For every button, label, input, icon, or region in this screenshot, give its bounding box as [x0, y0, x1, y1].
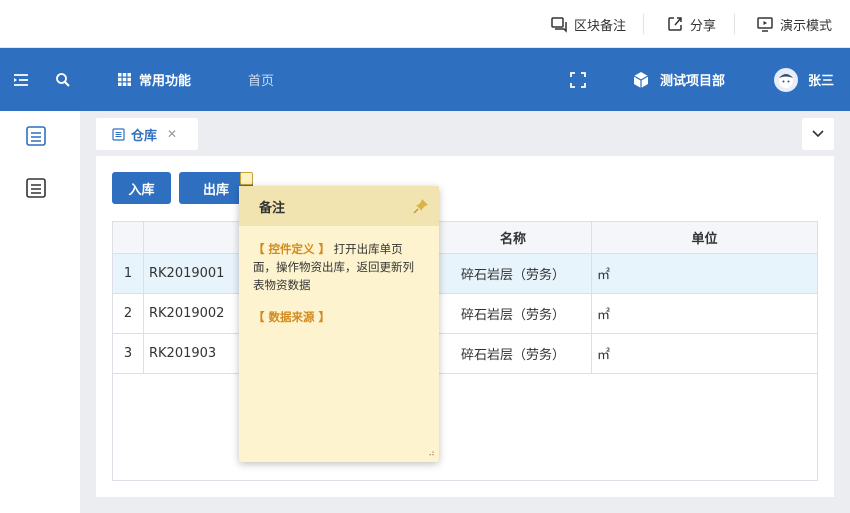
present-mode-label: 演示模式: [780, 18, 833, 34]
note-body: 【 控件定义 】 打开出库单页面，操作物资出库，返回更新列表物资数据 【 数据来…: [239, 226, 439, 326]
fullscreen-icon[interactable]: [570, 48, 586, 111]
row-name: 碎石岩层（劳务）: [435, 254, 592, 293]
document-list-icon[interactable]: [25, 125, 47, 147]
resize-handle-icon[interactable]: ⠴: [428, 449, 435, 459]
row-name: 碎石岩层（劳务）: [435, 334, 592, 373]
row-unit: ㎡: [597, 348, 611, 363]
cube-icon: [633, 71, 649, 88]
note-tag-definition: 【 控件定义 】: [253, 242, 331, 256]
app-header: 常用功能 首页 测试项目部 张三: [0, 48, 850, 111]
search-icon[interactable]: [55, 48, 71, 111]
table-row[interactable]: 3 RK201903 碎石岩层（劳务） ㎡: [113, 334, 817, 374]
grid-icon: [118, 73, 131, 86]
column-header-unit: 单位: [691, 232, 718, 247]
block-note-button[interactable]: 区块备注: [550, 0, 626, 48]
column-header: [113, 222, 144, 253]
row-index: 1: [113, 254, 144, 293]
nav-home[interactable]: 首页: [248, 48, 274, 111]
column-header-name: 名称: [435, 222, 592, 253]
common-functions-menu[interactable]: 常用功能: [118, 48, 191, 111]
present-mode-button[interactable]: 演示模式: [756, 0, 832, 48]
row-index: 2: [113, 294, 144, 333]
row-unit: ㎡: [597, 308, 611, 323]
user-name: 张三: [808, 74, 835, 89]
divider: [734, 14, 735, 34]
share-icon: [668, 17, 682, 31]
close-icon[interactable]: ✕: [167, 127, 177, 141]
tab-label: 仓库: [131, 128, 158, 144]
tabs-dropdown-button[interactable]: [802, 118, 834, 150]
project-name: 测试项目部: [660, 74, 726, 89]
table-row[interactable]: 1 RK2019001 碎石岩层（劳务） ㎡: [113, 254, 817, 294]
divider: [643, 14, 644, 34]
warehouse-table: 名称 单位 1 RK2019001 碎石岩层（劳务） ㎡ 2 RK2019002…: [112, 221, 818, 481]
note-header: 备注: [239, 186, 439, 226]
note-paragraph: 【 数据来源 】: [253, 308, 423, 326]
note-popover: 备注 【 控件定义 】 打开出库单页面，操作物资出库，返回更新列表物资数据 【 …: [239, 186, 439, 462]
chevron-down-icon: [812, 130, 824, 138]
presentation-icon: [757, 17, 773, 32]
menu-toggle-icon[interactable]: [12, 48, 30, 111]
project-selector[interactable]: 测试项目部: [632, 48, 725, 111]
share-label: 分享: [690, 18, 717, 34]
avatar: [774, 67, 798, 92]
note-paragraph: 【 控件定义 】 打开出库单页面，操作物资出库，返回更新列表物资数据: [253, 240, 423, 294]
common-functions-label: 常用功能: [139, 74, 192, 89]
inbound-button[interactable]: 入库: [112, 172, 171, 204]
note-title: 备注: [259, 200, 286, 216]
share-button[interactable]: 分享: [666, 0, 716, 48]
table-header-row: 名称 单位: [113, 222, 817, 254]
user-menu[interactable]: 张三: [774, 48, 834, 111]
table-row[interactable]: 2 RK2019002 碎石岩层（劳务） ㎡: [113, 294, 817, 334]
row-unit: ㎡: [597, 268, 611, 283]
note-tag-datasource: 【 数据来源 】: [253, 310, 331, 324]
document-icon: [112, 127, 125, 141]
left-sidebar: [0, 111, 80, 513]
top-toolbar: 区块备注 分享 演示模式: [0, 0, 850, 48]
row-index: 3: [113, 334, 144, 373]
note-marker-icon[interactable]: [240, 172, 253, 185]
comment-icon: [551, 17, 567, 33]
pin-icon[interactable]: [413, 198, 429, 214]
block-note-label: 区块备注: [574, 18, 627, 34]
tab-warehouse[interactable]: 仓库 ✕: [96, 118, 198, 150]
warehouse-form-icon[interactable]: [25, 177, 47, 199]
row-name: 碎石岩层（劳务）: [435, 294, 592, 333]
